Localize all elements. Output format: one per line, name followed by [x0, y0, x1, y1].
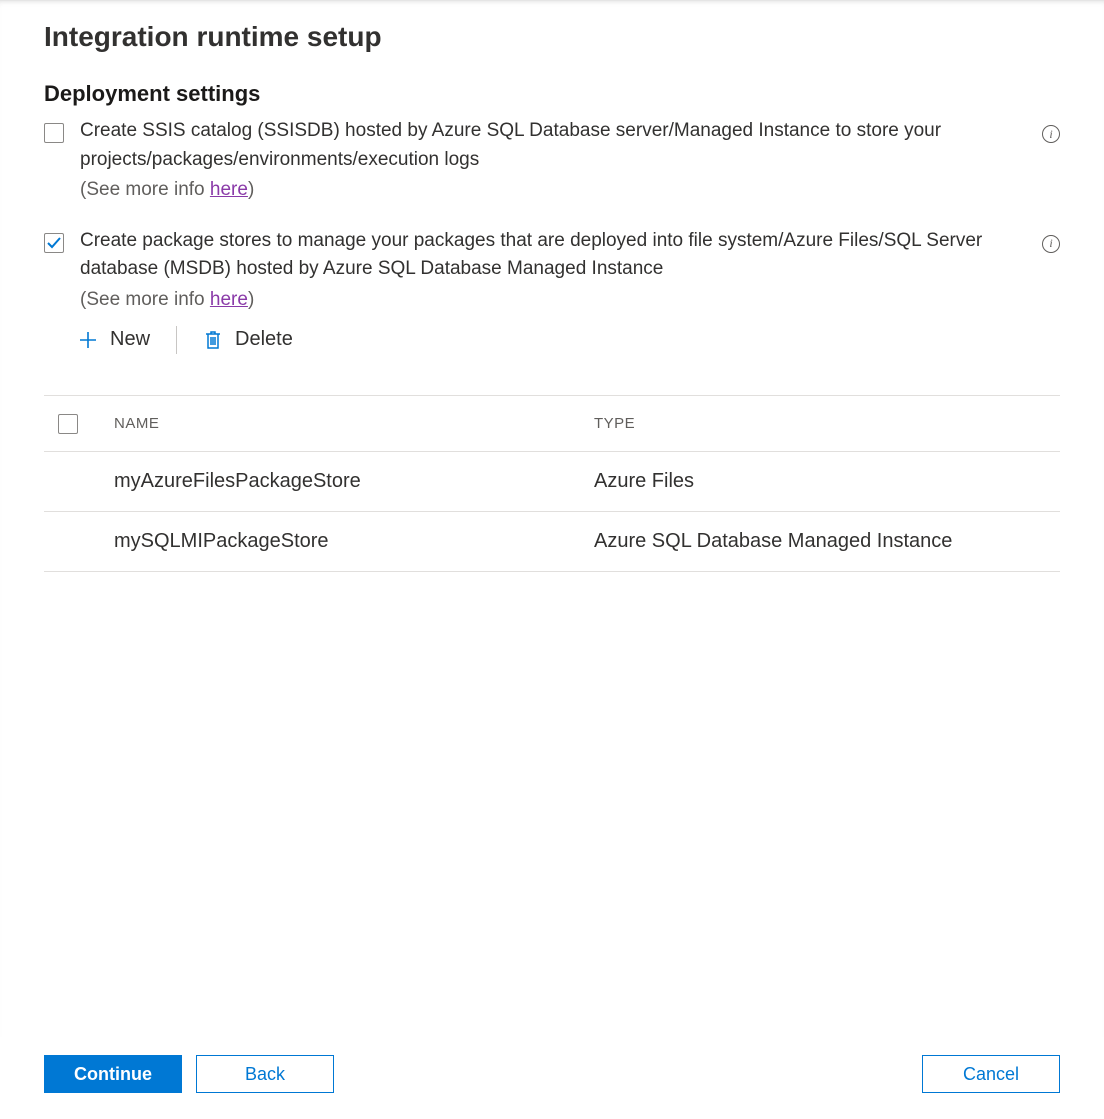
- package-stores-checkbox[interactable]: [44, 233, 64, 253]
- grid-row[interactable]: mySQLMIPackageStore Azure SQL Database M…: [44, 512, 1060, 572]
- setting-package-stores: Create package stores to manage your pac…: [44, 227, 1060, 374]
- back-button[interactable]: Back: [196, 1055, 334, 1093]
- ssis-catalog-label: Create SSIS catalog (SSISDB) hosted by A…: [80, 117, 1022, 174]
- delete-button[interactable]: Delete: [197, 324, 299, 355]
- cell-type: Azure SQL Database Managed Instance: [594, 530, 1046, 553]
- footer: Continue Back Cancel: [0, 1037, 1104, 1119]
- package-stores-label: Create package stores to manage your pac…: [80, 227, 1022, 284]
- toolbar-divider: [176, 326, 177, 354]
- package-stores-link[interactable]: here: [210, 289, 248, 310]
- cancel-button[interactable]: Cancel: [922, 1055, 1060, 1093]
- grid-row[interactable]: myAzureFilesPackageStore Azure Files: [44, 452, 1060, 512]
- package-stores-see-more: (See more info here): [80, 286, 1022, 315]
- plus-icon: [78, 330, 98, 350]
- info-icon[interactable]: i: [1042, 125, 1060, 143]
- page-title: Integration runtime setup: [44, 21, 1060, 53]
- ssis-catalog-link[interactable]: here: [210, 179, 248, 200]
- setting-ssis-catalog: Create SSIS catalog (SSISDB) hosted by A…: [44, 117, 1060, 205]
- new-button[interactable]: New: [72, 324, 156, 355]
- column-header-name[interactable]: NAME: [114, 415, 594, 432]
- section-heading: Deployment settings: [44, 81, 1060, 107]
- cell-name: mySQLMIPackageStore: [114, 530, 594, 553]
- delete-button-label: Delete: [235, 328, 293, 351]
- cell-type: Azure Files: [594, 470, 1046, 493]
- continue-button[interactable]: Continue: [44, 1055, 182, 1093]
- new-button-label: New: [110, 328, 150, 351]
- grid-header: NAME TYPE: [44, 396, 1060, 452]
- info-icon[interactable]: i: [1042, 235, 1060, 253]
- package-stores-toolbar: New Delete: [72, 324, 1022, 355]
- ssis-catalog-checkbox[interactable]: [44, 123, 64, 143]
- package-stores-grid: NAME TYPE myAzureFilesPackageStore Azure…: [44, 395, 1060, 572]
- trash-icon: [203, 329, 223, 351]
- cell-name: myAzureFilesPackageStore: [114, 470, 594, 493]
- ssis-catalog-see-more: (See more info here): [80, 176, 1022, 205]
- select-all-checkbox[interactable]: [58, 414, 78, 434]
- column-header-type[interactable]: TYPE: [594, 415, 1046, 432]
